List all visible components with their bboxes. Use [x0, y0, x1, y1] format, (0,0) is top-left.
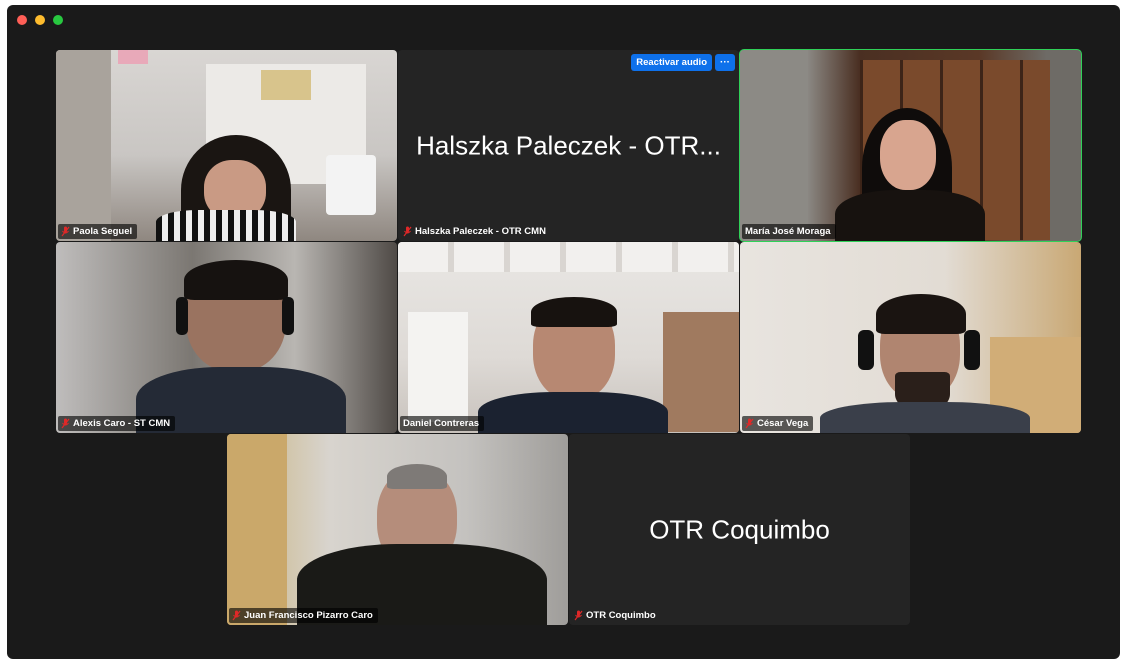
participant-name-tag: Daniel Contreras — [400, 416, 485, 431]
maximize-window-button[interactable] — [53, 15, 63, 25]
minimize-window-button[interactable] — [35, 15, 45, 25]
video-tile-alexis-caro[interactable]: Alexis Caro - ST CMN — [56, 242, 397, 433]
close-window-button[interactable] — [17, 15, 27, 25]
video-feed — [227, 434, 568, 625]
participant-name-tag: María José Moraga — [742, 224, 836, 239]
mic-muted-icon — [232, 610, 241, 621]
unmute-controls: Reactivar audio ··· — [631, 54, 735, 71]
window-controls — [17, 15, 63, 25]
participant-name: Halszka Paleczek - OTR CMN — [415, 226, 546, 237]
participant-display-name: OTR Coquimbo — [649, 514, 830, 544]
participant-name: Juan Francisco Pizarro Caro — [244, 610, 373, 621]
more-options-button[interactable]: ··· — [715, 54, 735, 71]
participant-name: César Vega — [757, 418, 809, 429]
participant-display-name: Halszka Paleczek - OTR... — [416, 130, 721, 160]
mic-muted-icon — [403, 226, 412, 237]
video-tile-otr-coquimbo[interactable]: OTR Coquimbo OTR Coquimbo — [569, 434, 910, 625]
video-feed — [398, 242, 739, 433]
mic-muted-icon — [574, 610, 583, 621]
mic-muted-icon — [745, 418, 754, 429]
video-feed — [740, 50, 1081, 241]
participant-name: Alexis Caro - ST CMN — [73, 418, 171, 429]
participant-name: Paola Seguel — [73, 226, 133, 237]
unmute-button[interactable]: Reactivar audio — [631, 54, 712, 71]
participant-name: OTR Coquimbo — [586, 610, 656, 621]
video-tile-cesar-vega[interactable]: César Vega — [740, 242, 1081, 433]
video-tile-paola-seguel[interactable]: Paola Seguel — [56, 50, 397, 241]
meeting-window: Paola Seguel Halszka Paleczek - OTR... R… — [7, 5, 1120, 659]
video-feed — [56, 50, 397, 241]
participant-name-tag: César Vega — [742, 416, 814, 431]
participant-name-tag: Juan Francisco Pizarro Caro — [229, 608, 378, 623]
video-tile-maria-jose-moraga[interactable]: María José Moraga — [739, 49, 1082, 242]
participant-name-tag: Halszka Paleczek - OTR CMN — [400, 224, 551, 239]
participant-name: Daniel Contreras — [403, 418, 480, 429]
participant-name: María José Moraga — [745, 226, 831, 237]
participant-name-tag: Paola Seguel — [58, 224, 138, 239]
video-tile-halszka-paleczek[interactable]: Halszka Paleczek - OTR... Reactivar audi… — [398, 50, 739, 241]
mic-muted-icon — [61, 226, 70, 237]
participant-name-tag: OTR Coquimbo — [571, 608, 661, 623]
video-tile-daniel-contreras[interactable]: Daniel Contreras — [398, 242, 739, 433]
participant-name-tag: Alexis Caro - ST CMN — [58, 416, 176, 431]
video-feed — [56, 242, 397, 433]
video-tile-juan-francisco-pizarro-caro[interactable]: Juan Francisco Pizarro Caro — [227, 434, 568, 625]
mic-muted-icon — [61, 418, 70, 429]
video-feed — [740, 242, 1081, 433]
